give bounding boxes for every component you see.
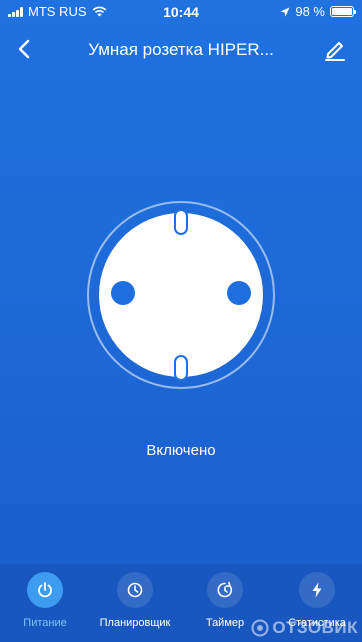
tab-bar: Питание Планировщик Таймер Статистика ОТ…	[0, 564, 362, 642]
socket-toggle[interactable]	[86, 200, 276, 390]
watermark-text: ОТЗОВИК	[272, 618, 358, 637]
clock-icon	[117, 572, 153, 608]
page-title: Умная розетка HIPER...	[88, 40, 274, 59]
timer-icon	[207, 572, 243, 608]
tab-scheduler-label: Планировщик	[99, 617, 171, 629]
lightning-icon	[299, 572, 335, 608]
power-status-label: Включено	[146, 442, 216, 459]
battery-level	[332, 8, 352, 15]
socket-icon[interactable]	[86, 200, 276, 390]
watermark: ОТЗОВИК	[251, 618, 358, 638]
nav-bar: Умная розетка HIPER...	[0, 30, 362, 68]
tab-power-label: Питание	[23, 617, 67, 629]
location-arrow-icon	[280, 7, 290, 16]
battery-percent: 98 %	[295, 4, 325, 19]
status-bar: MTS RUS 10:44 98 %	[0, 0, 362, 24]
battery-icon	[330, 6, 356, 17]
tab-power[interactable]: Питание	[0, 572, 90, 629]
tab-scheduler[interactable]: Планировщик	[90, 572, 180, 629]
otzovik-logo-icon	[251, 619, 269, 637]
status-right: 98 %	[280, 4, 356, 19]
pencil-icon[interactable]	[322, 36, 348, 62]
power-icon	[27, 572, 63, 608]
